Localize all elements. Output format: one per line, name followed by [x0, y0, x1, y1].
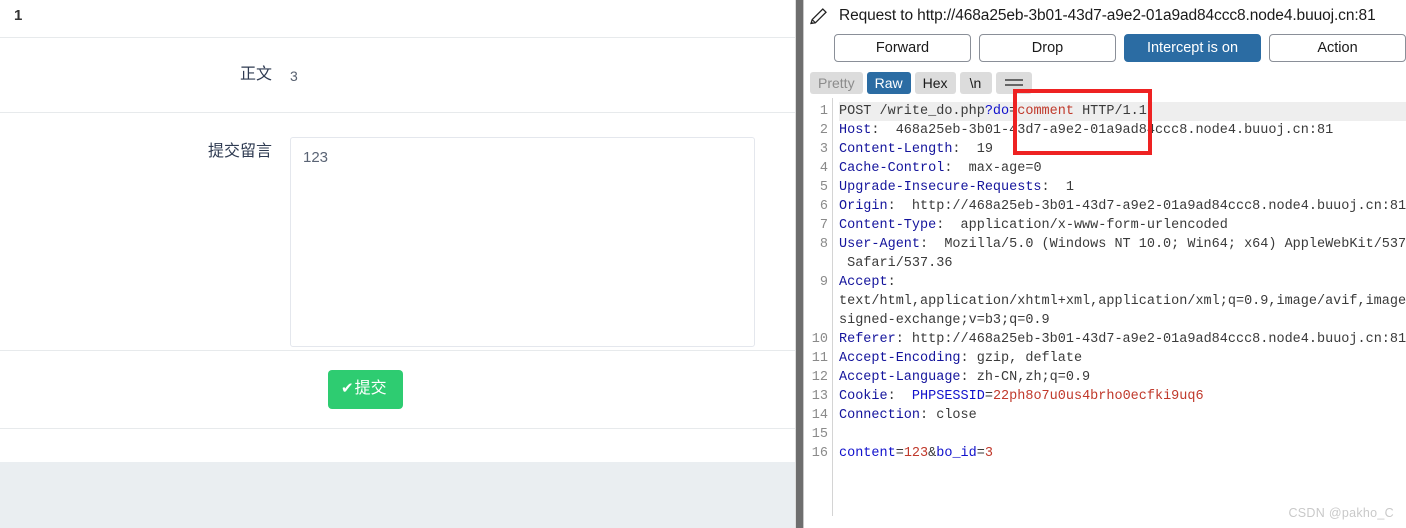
drop-button[interactable]: Drop — [979, 34, 1116, 62]
field-label-content: 正文 — [239, 66, 272, 83]
field-value-content: 3 — [290, 67, 298, 84]
code-line: Accept-Encoding: gzip, deflate — [839, 351, 1083, 366]
line-number: 16 — [811, 446, 828, 461]
hamburger-icon[interactable] — [995, 71, 1032, 94]
code-line: Referer: http://468a25eb-3b01-43d7-a9e2-… — [839, 332, 1406, 347]
line-number: 13 — [811, 389, 828, 404]
code-line: Content-Type: application/x-www-form-url… — [839, 218, 1228, 233]
code-line: Origin: http://468a25eb-3b01-43d7-a9e2-0… — [839, 199, 1406, 214]
code-line: text/html,application/xhtml+xml,applicat… — [839, 294, 1406, 309]
code-line: Cookie: PHPSESSID=22ph8o7u0us4brho0ecfki… — [839, 389, 1204, 404]
line-number: 8 — [819, 237, 828, 252]
request-code-view[interactable]: 1 2 3 4 5 6 7 8 9 10 11 12 13 14 15 16 POST /write_do.p… — [805, 98, 1406, 516]
line-number: 15 — [811, 427, 828, 442]
line-number: 3 — [819, 142, 828, 157]
field-label-message: 提交留言 — [207, 143, 272, 160]
line-number: 4 — [819, 161, 828, 176]
line-number — [805, 254, 828, 273]
code-line: Accept-Language: zh-CN,zh;q=0.9 — [839, 370, 1091, 385]
line-number: 5 — [819, 180, 828, 195]
line-number: 2 — [819, 123, 828, 138]
line-number: 11 — [811, 351, 828, 366]
code-line: POST /write_do.php?do=comment HTTP/1.1 — [839, 102, 1406, 121]
line-number: 12 — [811, 370, 828, 385]
submit-button[interactable]: ✔ 提交 — [328, 370, 403, 409]
forward-button[interactable]: Forward — [834, 34, 971, 62]
line-number: 14 — [811, 408, 828, 423]
line-number — [805, 292, 828, 311]
code-line: Host: 468a25eb-3b01-43d7-a9e2-01a9ad84cc… — [839, 123, 1334, 138]
line-number: 7 — [819, 218, 828, 233]
page-vertical-scrollbar[interactable] — [795, 0, 804, 528]
code-line: signed-exchange;v=b3;q=0.9 — [839, 313, 1050, 328]
code-line: Safari/537.36 — [839, 256, 953, 271]
line-number: 10 — [811, 332, 828, 347]
pencil-icon — [807, 4, 831, 28]
line-number: 6 — [819, 199, 828, 214]
burp-title-bar: Request to http://468a25eb-3b01-43d7-a9e… — [804, 0, 1406, 30]
burp-intercept-panel: Request to http://468a25eb-3b01-43d7-a9e… — [803, 0, 1406, 528]
line-number: 9 — [819, 275, 828, 290]
check-icon: ✔ — [341, 380, 354, 397]
page-footer — [0, 462, 795, 528]
page-title: 1 — [14, 7, 23, 24]
burp-action-buttons: Forward Drop Intercept is on Action — [804, 30, 1406, 66]
submit-button-label: 提交 — [354, 380, 387, 397]
form-row-message: 提交留言 — [0, 113, 795, 351]
tab-raw[interactable]: Raw — [866, 71, 911, 94]
web-page-panel: 1 正文 3 提交留言 ✔ 提交 — [0, 0, 795, 528]
line-number: 1 — [819, 104, 828, 119]
burp-view-tabs: Pretty Raw Hex \n — [804, 66, 1406, 98]
tab-pretty[interactable]: Pretty — [810, 71, 863, 94]
tab-newline[interactable]: \n — [959, 71, 992, 94]
intercept-toggle-button[interactable]: Intercept is on — [1124, 34, 1261, 62]
line-number — [805, 311, 828, 330]
code-line: Upgrade-Insecure-Requests: 1 — [839, 180, 1074, 195]
screenshot-root: 1 正文 3 提交留言 ✔ 提交 — [0, 0, 1406, 528]
burp-title: Request to http://468a25eb-3b01-43d7-a9e… — [839, 7, 1376, 24]
action-button[interactable]: Action — [1269, 34, 1406, 62]
code-line: User-Agent: Mozilla/5.0 (Windows NT 10.0… — [839, 237, 1406, 252]
code-line: Connection: close — [839, 408, 977, 423]
code-line: Content-Length: 19 — [839, 142, 993, 157]
tab-hex[interactable]: Hex — [914, 71, 956, 94]
form-row-content: 正文 3 — [0, 38, 795, 113]
watermark: CSDN @pakho_C — [1288, 506, 1394, 520]
code-line: Accept: — [839, 275, 896, 290]
line-number-gutter: 1 2 3 4 5 6 7 8 9 10 11 12 13 14 15 16 — [805, 98, 833, 516]
code-line: Cache-Control: max-age=0 — [839, 161, 1042, 176]
board-header: 1 — [0, 0, 795, 38]
code-line: content=123&bo_id=3 — [839, 446, 993, 461]
message-textarea[interactable] — [290, 137, 755, 347]
request-raw-text[interactable]: POST /write_do.php?do=comment HTTP/1.1 Ho… — [833, 98, 1406, 516]
form-row-submit: ✔ 提交 — [0, 351, 795, 429]
